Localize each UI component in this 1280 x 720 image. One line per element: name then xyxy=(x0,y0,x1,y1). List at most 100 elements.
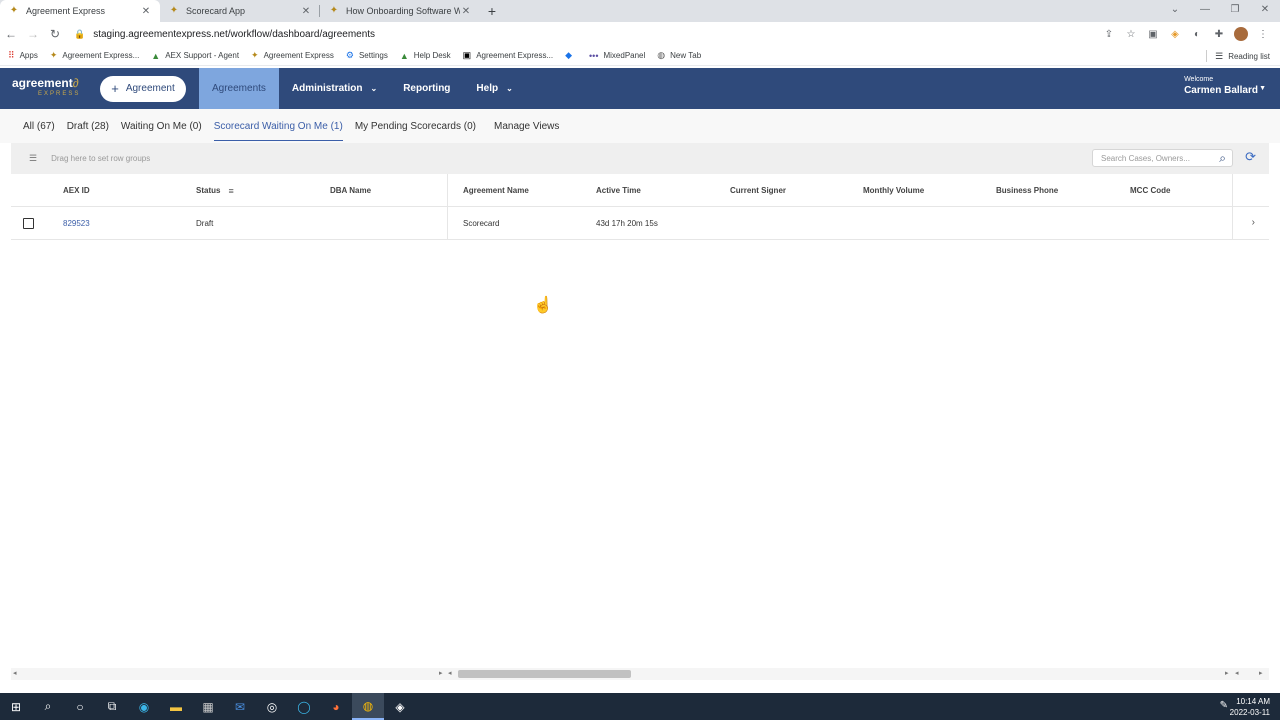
tab-draft[interactable]: Draft (28) xyxy=(61,115,115,138)
back-arrow-icon[interactable]: ← xyxy=(0,27,22,41)
close-tab-icon[interactable]: ✕ xyxy=(300,6,312,17)
share-icon[interactable]: ⇪ xyxy=(1102,29,1116,40)
close-tab-icon[interactable]: ✕ xyxy=(460,6,472,17)
reload-icon[interactable]: ↻ xyxy=(44,27,66,41)
cortana-icon[interactable]: ○ xyxy=(64,693,96,720)
bookmark-apps[interactable]: ⠿ Apps xyxy=(8,50,38,61)
tab-my-pending-scorecards[interactable]: My Pending Scorecards (0) xyxy=(349,115,482,138)
url-field[interactable]: 🔒 staging.agreementexpress.net/workflow/… xyxy=(74,24,1102,44)
nav-administration[interactable]: Administration ⌄ xyxy=(279,68,390,109)
row-checkbox[interactable] xyxy=(23,218,34,229)
windows-start-icon[interactable]: ⊞ xyxy=(0,693,32,720)
column-header-monthly-volume[interactable]: Monthly Volume xyxy=(863,174,924,207)
extension-icon[interactable]: ◈ xyxy=(1168,29,1182,40)
bookmark-item[interactable]: ▲ AEX Support - Agent xyxy=(151,51,239,61)
extension-icon[interactable]: ▣ xyxy=(1146,29,1160,40)
bookmarks-bar: ⠿ Apps ✦ Agreement Express... ▲ AEX Support… xyxy=(0,46,1280,66)
tab-all[interactable]: All (67) xyxy=(17,115,61,138)
bookmark-item[interactable]: ◍ New Tab xyxy=(657,50,701,61)
browser-tab-scorecard-app[interactable]: ✦ Scorecard App ✕ xyxy=(160,0,320,22)
reading-list[interactable]: ☰ Reading list xyxy=(1206,50,1270,62)
cell-active-time: 43d 17h 20m 15s xyxy=(596,219,658,228)
browser-tab-agreement-express[interactable]: ✦ Agreement Express ✕ xyxy=(0,0,160,22)
reading-list-icon: ☰ xyxy=(1215,50,1224,61)
nav-reporting[interactable]: Reporting xyxy=(390,68,463,109)
taskbar-clock[interactable]: 10:14 AM 2022-03-11 xyxy=(1230,696,1270,718)
restore-icon[interactable]: ❐ xyxy=(1220,0,1250,22)
file-explorer-icon[interactable]: ▬ xyxy=(160,693,192,720)
scroll-right-icon[interactable]: ▸ xyxy=(1225,668,1229,680)
scroll-left-icon[interactable]: ◂ xyxy=(13,668,17,680)
bookmark-item[interactable]: ▣ Agreement Express... xyxy=(463,50,553,61)
bookmark-item[interactable]: ◆ xyxy=(565,50,577,61)
filter-icon[interactable]: ≡ xyxy=(228,186,233,196)
scroll-right-icon[interactable]: ▸ xyxy=(439,668,443,680)
nav-agreements[interactable]: Agreements xyxy=(199,68,279,109)
search-placeholder: Search Cases, Owners... xyxy=(1101,153,1190,163)
puzzle-icon[interactable]: ✚ xyxy=(1212,29,1226,40)
app-icon[interactable]: ◈ xyxy=(384,693,416,720)
close-tab-icon[interactable]: ✕ xyxy=(140,6,152,17)
row-group-drop-zone[interactable]: Drag here to set row groups xyxy=(51,154,150,163)
cell-aex-id[interactable]: 829523 xyxy=(63,207,90,240)
kebab-menu-icon[interactable]: ⋮ xyxy=(1256,29,1270,40)
extension-icon[interactable]: ◐ xyxy=(1190,29,1204,40)
chrome-icon[interactable]: ◍ xyxy=(352,693,384,720)
column-header-mcc-code[interactable]: MCC Code xyxy=(1130,174,1170,207)
scroll-left-icon[interactable]: ◂ xyxy=(1235,668,1239,680)
cortana-ring-icon[interactable]: ◯ xyxy=(288,693,320,720)
search-icon[interactable]: ⌕ xyxy=(32,693,64,720)
search-input[interactable]: Search Cases, Owners... ⌕ xyxy=(1092,149,1233,167)
nav-help[interactable]: Help ⌄ xyxy=(463,68,525,109)
pen-icon[interactable]: ✎ xyxy=(1220,700,1228,711)
agreement-express-logo[interactable]: agreement∂ EXPRESS xyxy=(12,77,92,99)
close-window-icon[interactable]: ✕ xyxy=(1250,0,1280,22)
chevron-down-icon[interactable]: ▼ xyxy=(1259,85,1266,92)
bookmark-item[interactable]: ✦ Agreement Express xyxy=(251,50,334,61)
column-header-status[interactable]: Status ≡ xyxy=(196,174,234,207)
browser-tab-strip: ✦ Agreement Express ✕ ✦ Scorecard App ✕ … xyxy=(0,0,1280,22)
edge-icon[interactable]: ◉ xyxy=(128,693,160,720)
profile-avatar[interactable] xyxy=(1234,27,1248,41)
horizontal-scrollbar[interactable]: ◂ ▸ ◂ ▸ ◂ ▸ xyxy=(11,668,1269,680)
diamond-icon: ◆ xyxy=(565,50,573,60)
column-header-agreement-name[interactable]: Agreement Name xyxy=(463,174,529,207)
app-header: agreement∂ EXPRESS + Agreement Agreement… xyxy=(0,68,1280,109)
browser-tab-onboarding[interactable]: ✦ How Onboarding Software Work ✕ xyxy=(320,0,480,22)
tab-scorecard-waiting-on-me[interactable]: Scorecard Waiting On Me (1) xyxy=(208,115,349,141)
mail-icon[interactable]: ✉ xyxy=(224,693,256,720)
column-header-aex-id[interactable]: AEX ID xyxy=(63,174,90,207)
chevron-down-icon: ⌄ xyxy=(506,84,513,93)
search-icon[interactable]: ⌕ xyxy=(1219,151,1226,166)
window-controls: ⌄ — ❐ ✕ xyxy=(1160,0,1280,22)
star-icon[interactable]: ☆ xyxy=(1124,29,1138,40)
welcome-label: Welcome xyxy=(1184,76,1214,83)
dell-icon[interactable]: ◎ xyxy=(256,693,288,720)
firefox-icon[interactable]: ◕ xyxy=(320,693,352,720)
store-icon[interactable]: ▦ xyxy=(192,693,224,720)
column-header-current-signer[interactable]: Current Signer xyxy=(730,174,786,207)
user-menu[interactable]: Welcome Carmen Ballard xyxy=(1184,76,1258,96)
bookmark-item[interactable]: ▲ Help Desk xyxy=(400,51,451,61)
minimize-icon[interactable]: — xyxy=(1190,0,1220,22)
scroll-left-icon[interactable]: ◂ xyxy=(448,668,452,680)
task-view-icon[interactable]: ⧉ xyxy=(96,693,128,720)
column-header-active-time[interactable]: Active Time xyxy=(596,174,641,207)
nav-label: Reporting xyxy=(403,83,451,94)
tab-waiting-on-me[interactable]: Waiting On Me (0) xyxy=(115,115,208,138)
scroll-right-icon[interactable]: ▸ xyxy=(1259,668,1263,680)
refresh-icon[interactable]: ⟳ xyxy=(1245,149,1256,165)
column-header-business-phone[interactable]: Business Phone xyxy=(996,174,1058,207)
bookmark-item[interactable]: ••• MixedPanel xyxy=(589,51,645,61)
scrollbar-thumb[interactable] xyxy=(458,670,631,678)
chevron-right-icon[interactable]: › xyxy=(1252,217,1255,228)
new-tab-button[interactable]: + xyxy=(480,0,504,22)
new-agreement-button[interactable]: + Agreement xyxy=(100,75,186,102)
chevron-down-icon[interactable]: ⌄ xyxy=(1160,0,1190,22)
table-row[interactable]: 829523 Draft Scorecard 43d 17h 20m 15s › xyxy=(11,207,1269,240)
manage-views-button[interactable]: Manage Views xyxy=(488,115,565,138)
bookmark-item[interactable]: ✦ Agreement Express... xyxy=(50,50,139,61)
forward-arrow-icon[interactable]: → xyxy=(22,27,44,41)
column-header-dba-name[interactable]: DBA Name xyxy=(330,174,371,207)
bookmark-item[interactable]: ⚙ Settings xyxy=(346,50,388,61)
